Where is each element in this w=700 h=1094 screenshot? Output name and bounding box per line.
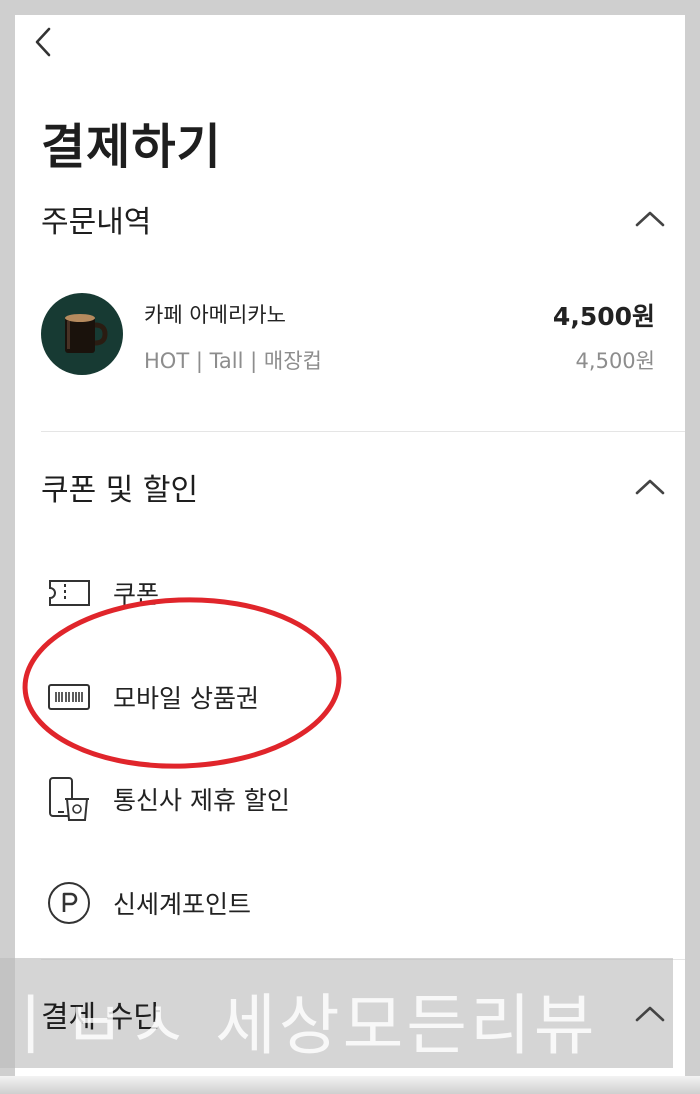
back-button[interactable] bbox=[29, 25, 59, 59]
discount-section-header[interactable]: 쿠폰 및 할인 bbox=[41, 469, 671, 513]
discount-section-title: 쿠폰 및 할인 bbox=[41, 473, 199, 508]
shinsegae-point-menu-item[interactable]: 신세계포인트 bbox=[41, 871, 541, 931]
page-title: 결제하기 bbox=[41, 119, 222, 175]
divider bbox=[41, 431, 685, 432]
ticket-icon bbox=[49, 580, 90, 606]
gift-card-icon bbox=[48, 684, 90, 710]
product-name: 카페 아메리카노 bbox=[144, 303, 286, 327]
menu-label: 모바일 상품권 bbox=[113, 684, 259, 713]
chevron-left-icon bbox=[35, 27, 51, 57]
coffee-cup-icon bbox=[65, 314, 108, 353]
menu-label: 통신사 제휴 할인 bbox=[113, 786, 290, 815]
product-image bbox=[41, 293, 123, 375]
product-unit-price: 4,500원 bbox=[575, 349, 655, 373]
watermark-text: ㅣㅂㅅ 세상모든리뷰 bbox=[0, 987, 598, 1064]
menu-label: 신세계포인트 bbox=[113, 890, 252, 919]
telecom-discount-menu-item[interactable]: 통신사 제휴 할인 bbox=[41, 767, 541, 827]
chevron-up-icon[interactable] bbox=[633, 207, 667, 231]
point-p-icon bbox=[48, 882, 90, 924]
order-item: 카페 아메리카노 HOT | Tall | 매장컵 4,500원 4,500원 bbox=[41, 291, 661, 381]
chevron-up-icon[interactable] bbox=[633, 475, 667, 499]
mobile-gift-card-menu-item[interactable]: 모바일 상품권 bbox=[41, 665, 541, 725]
menu-label: 쿠폰 bbox=[113, 580, 160, 609]
coupon-menu-item[interactable]: 쿠폰 bbox=[41, 561, 541, 621]
order-section-header[interactable]: 주문내역 bbox=[41, 201, 671, 245]
product-options: HOT | Tall | 매장컵 bbox=[144, 349, 322, 373]
bottom-shadow bbox=[0, 1076, 700, 1094]
order-section-title: 주문내역 bbox=[41, 205, 152, 240]
payment-screen: 결제하기 주문내역 카페 아메리카노 HOT | Tall | 매장컵 4,50… bbox=[15, 15, 685, 1094]
phone-cup-icon bbox=[49, 777, 89, 821]
product-price: 4,500원 bbox=[552, 302, 655, 331]
